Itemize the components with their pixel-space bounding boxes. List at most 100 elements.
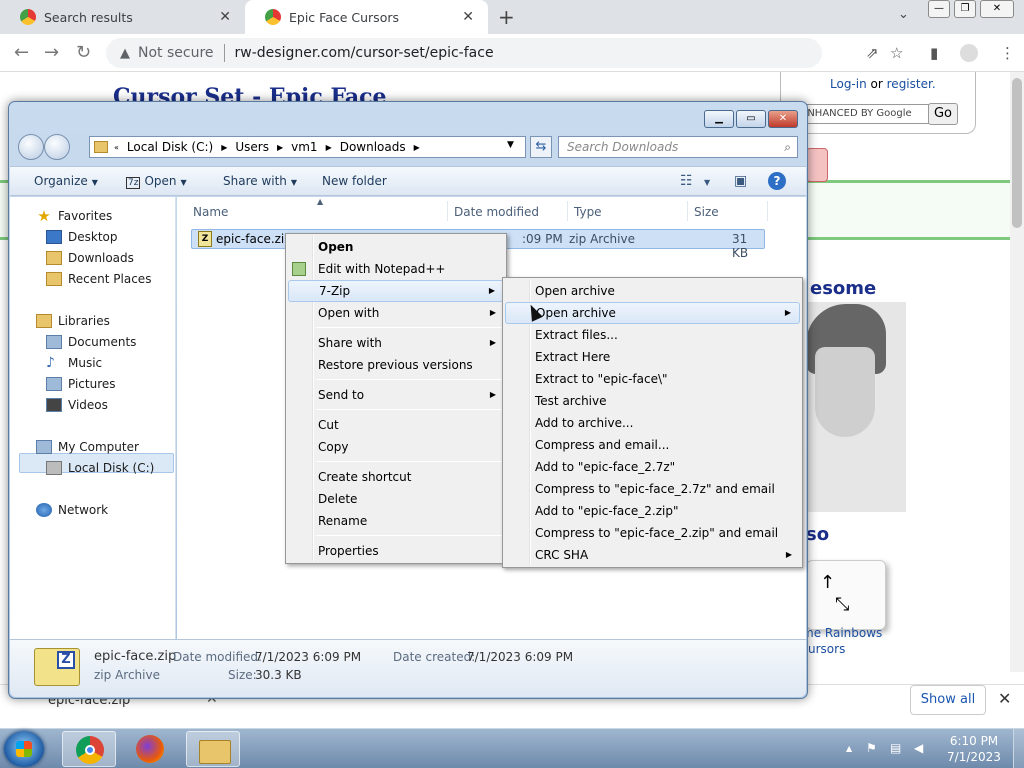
nav-local-disk[interactable]: Local Disk (C:) (46, 461, 154, 475)
tab-search-chevron-icon[interactable]: ⌄ (898, 7, 909, 22)
menu-item-add-7z[interactable]: Add to "epic-face_2.7z" (505, 456, 800, 478)
scrollbar-thumb[interactable] (1012, 78, 1022, 228)
taskbar-chrome-icon[interactable] (62, 731, 116, 767)
share-icon[interactable]: ⇗ (866, 44, 879, 62)
explorer-maximize-button[interactable]: ▭ (736, 110, 766, 128)
column-divider[interactable] (687, 201, 688, 221)
taskbar-firefox-icon[interactable] (124, 731, 178, 767)
column-divider[interactable] (447, 201, 448, 221)
column-header-size[interactable]: Size (694, 205, 719, 219)
forward-button[interactable] (44, 134, 70, 160)
new-folder-button[interactable]: New folder (322, 174, 387, 188)
column-header-type[interactable]: Type (574, 205, 602, 219)
nav-favorites[interactable]: ★ Favorites (36, 209, 112, 224)
breadcrumb-local-disk[interactable]: Local Disk (C:) (127, 140, 213, 154)
preview-pane-icon[interactable]: ▣ (734, 173, 747, 189)
nav-downloads[interactable]: Downloads (46, 251, 134, 265)
minimize-button[interactable]: — (928, 0, 950, 18)
nav-music[interactable]: ♪ Music (46, 356, 102, 370)
show-all-button[interactable]: Show all (910, 685, 986, 715)
help-icon[interactable]: ? (768, 172, 786, 190)
menu-item-compress-email[interactable]: Compress and email... (505, 434, 800, 456)
kebab-menu-icon[interactable]: ⋮ (1000, 44, 1015, 62)
menu-item-delete[interactable]: Delete (288, 488, 504, 510)
cursor-set-link[interactable]: me Rainbows ursors (802, 625, 882, 657)
breadcrumb-downloads[interactable]: Downloads (340, 140, 406, 154)
chevron-right-icon[interactable]: ▶ (221, 143, 227, 152)
menu-item-add-zip[interactable]: Add to "epic-face_2.zip" (505, 500, 800, 522)
menu-item-edit-notepad[interactable]: Edit with Notepad++ (288, 258, 504, 280)
login-link[interactable]: Log-in (830, 77, 867, 91)
nav-pictures[interactable]: Pictures (46, 377, 116, 391)
back-button[interactable] (18, 134, 44, 160)
address-dropdown-icon[interactable]: ▼ (507, 140, 514, 150)
menu-item-create-shortcut[interactable]: Create shortcut (288, 466, 504, 488)
close-window-button[interactable]: ✕ (980, 0, 1014, 18)
nav-videos[interactable]: Videos (46, 398, 108, 412)
refresh-icon[interactable]: ⇆ (530, 136, 552, 158)
menu-item-send-to[interactable]: Send to ▶ (288, 384, 504, 406)
menu-item-open-archive-sub[interactable]: Open archive ▶ (505, 302, 800, 324)
menu-item-extract-files[interactable]: Extract files... (505, 324, 800, 346)
tab-close-icon[interactable]: ✕ (219, 9, 231, 25)
volume-icon[interactable]: ◀ (914, 741, 923, 755)
nav-network[interactable]: Network (36, 503, 108, 517)
menu-item-compress-zip-email[interactable]: Compress to "epic-face_2.zip" and email (505, 522, 800, 544)
chevron-left-icon[interactable]: « (114, 143, 119, 152)
column-header-name[interactable]: Name (193, 205, 228, 219)
menu-item-share-with[interactable]: Share with ▶ (288, 332, 504, 354)
chevron-right-icon[interactable]: ▶ (277, 143, 283, 152)
taskbar-explorer-icon[interactable] (186, 731, 240, 767)
menu-item-extract-here[interactable]: Extract Here (505, 346, 800, 368)
restore-button[interactable]: ❐ (954, 0, 976, 18)
start-button[interactable] (4, 731, 44, 767)
go-button[interactable]: Go (928, 103, 958, 125)
organize-menu[interactable]: Organize ▼ (34, 174, 98, 188)
profile-avatar-icon[interactable] (960, 44, 978, 62)
menu-item-add-to-archive[interactable]: Add to archive... (505, 412, 800, 434)
address-bar[interactable]: ▲ Not secure rw-designer.com/cursor-set/… (106, 38, 822, 68)
search-icon[interactable]: ⌕ (784, 137, 791, 157)
share-with-menu[interactable]: Share with ▼ (223, 174, 297, 188)
chevron-right-icon[interactable]: ▶ (414, 143, 420, 152)
tab-epic-face-cursors[interactable]: Epic Face Cursors ✕ (245, 0, 488, 34)
menu-item-open-archive[interactable]: Open archive (505, 280, 800, 302)
menu-item-open-with[interactable]: Open with ▶ (288, 302, 504, 324)
menu-item-crc-sha[interactable]: CRC SHA ▶ (505, 544, 800, 566)
menu-item-extract-to[interactable]: Extract to "epic-face\" (505, 368, 800, 390)
system-clock[interactable]: 6:10 PM 7/1/2023 (936, 733, 1012, 765)
nav-recent-places[interactable]: Recent Places (46, 272, 151, 286)
nav-documents[interactable]: Documents (46, 335, 136, 349)
nav-desktop[interactable]: Desktop (46, 230, 118, 244)
explorer-close-button[interactable]: ✕ (768, 110, 798, 128)
column-header-date[interactable]: Date modified (454, 205, 539, 219)
nav-libraries[interactable]: Libraries (36, 314, 110, 328)
nav-my-computer[interactable]: My Computer (36, 440, 139, 454)
menu-item-open[interactable]: Open (288, 236, 504, 258)
menu-item-7zip[interactable]: 7-Zip ▶ (288, 280, 504, 302)
forward-arrow-icon[interactable]: → (44, 42, 59, 63)
menu-item-compress-7z-email[interactable]: Compress to "epic-face_2.7z" and email (505, 478, 800, 500)
back-arrow-icon[interactable]: ← (14, 42, 29, 63)
column-divider[interactable] (767, 201, 768, 221)
tab-close-icon[interactable]: ✕ (462, 9, 474, 25)
breadcrumb-users[interactable]: Users (235, 140, 269, 154)
explorer-search-input[interactable]: Search Downloads ⌕ (558, 136, 798, 158)
open-menu[interactable]: 7z Open ▼ (126, 174, 187, 189)
network-tray-icon[interactable]: ▤ (890, 741, 901, 755)
column-divider[interactable] (567, 201, 568, 221)
caret-down-icon[interactable]: ▼ (704, 178, 710, 187)
chevron-right-icon[interactable]: ▶ (326, 143, 332, 152)
menu-item-restore-versions[interactable]: Restore previous versions (288, 354, 504, 376)
show-desktop-button[interactable] (1013, 729, 1024, 768)
view-list-icon[interactable]: ☷ (680, 173, 693, 189)
explorer-address-bar[interactable]: « Local Disk (C:) ▶ Users ▶ vm1 ▶ Downlo… (89, 136, 526, 158)
side-panel-icon[interactable]: ▮ (930, 44, 938, 62)
menu-item-cut[interactable]: Cut (288, 414, 504, 436)
menu-item-copy[interactable]: Copy (288, 436, 504, 458)
explorer-minimize-button[interactable]: ▁ (704, 110, 734, 128)
close-download-bar-icon[interactable]: ✕ (998, 689, 1011, 708)
register-link[interactable]: register. (887, 77, 936, 91)
menu-item-test-archive[interactable]: Test archive (505, 390, 800, 412)
reload-icon[interactable]: ↻ (76, 42, 91, 63)
